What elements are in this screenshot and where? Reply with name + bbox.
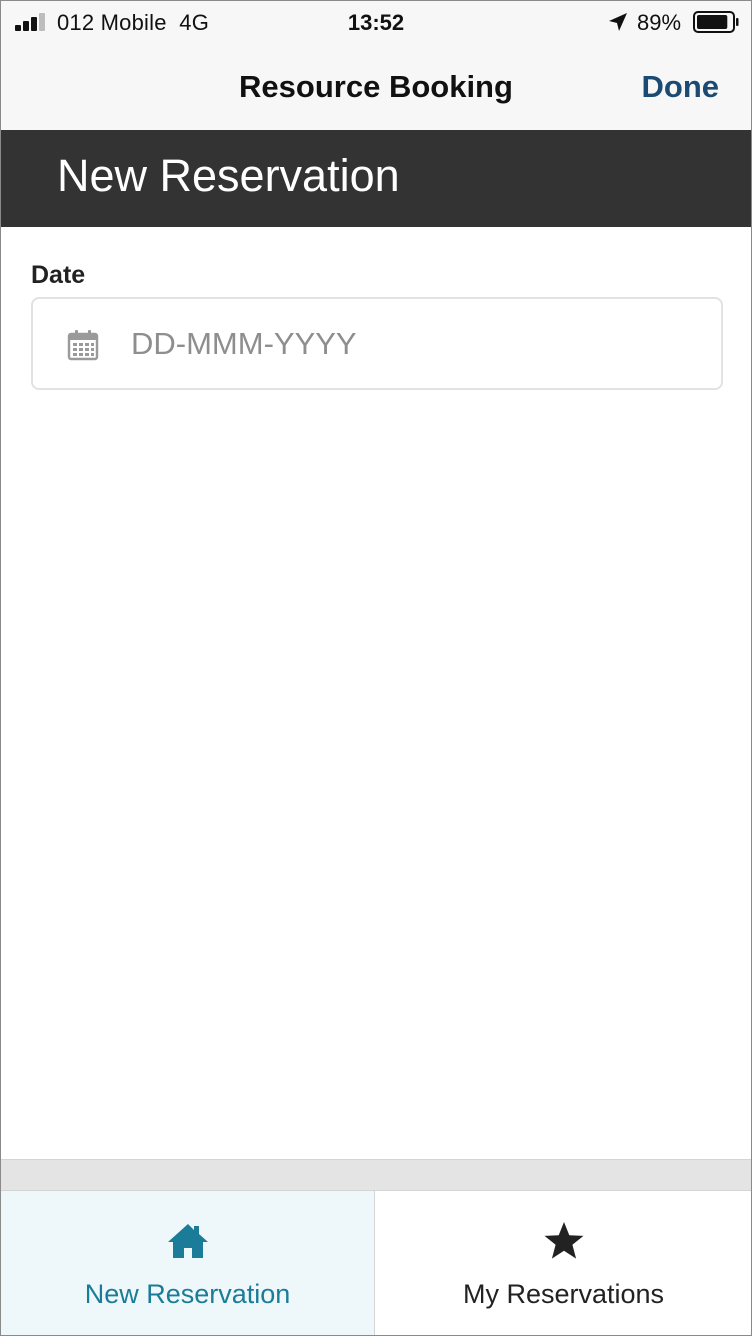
tab-label-new-reservation: New Reservation <box>84 1279 291 1309</box>
tab-new-reservation[interactable]: New Reservation <box>1 1191 375 1335</box>
nav-bar: Resource Booking Done <box>1 45 751 130</box>
tab-bar-separator <box>1 1159 751 1190</box>
page-header: New Reservation <box>1 130 751 227</box>
app-frame: 012 Mobile 4G 13:52 89% Resource Booking… <box>0 0 752 1336</box>
date-field[interactable] <box>31 297 723 390</box>
calendar-icon <box>67 330 99 361</box>
done-button[interactable]: Done <box>642 69 720 105</box>
nav-title: Resource Booking <box>239 69 513 104</box>
status-bar: 012 Mobile 4G 13:52 89% <box>1 1 751 45</box>
tab-my-reservations[interactable]: My Reservations <box>376 1191 751 1335</box>
battery-percent: 89% <box>637 10 682 35</box>
date-input[interactable] <box>131 321 691 367</box>
location-arrow-icon <box>609 13 627 31</box>
home-icon <box>167 1224 208 1258</box>
tab-label-my-reservations: My Reservations <box>462 1279 665 1309</box>
date-label: Date <box>31 261 86 289</box>
tab-bar: New Reservation My Reservations <box>1 1190 751 1335</box>
battery-icon <box>693 11 739 33</box>
page-title: New Reservation <box>57 150 400 201</box>
star-icon <box>544 1222 583 1259</box>
